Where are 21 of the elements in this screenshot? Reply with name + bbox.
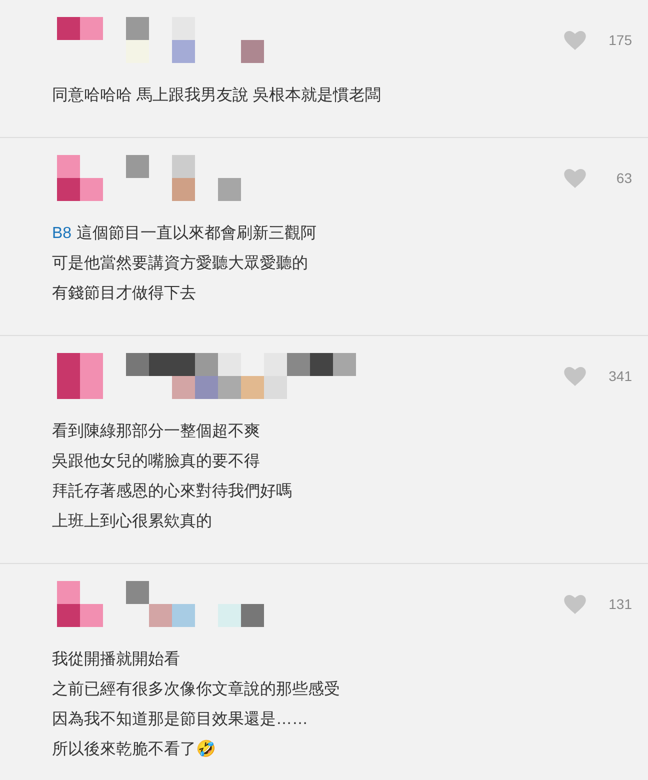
comment-text: 所以後來乾脆不看了🤣	[52, 738, 216, 760]
heart-icon[interactable]	[564, 366, 586, 386]
like-count: 341	[608, 366, 632, 386]
comment-text: 上班上到心很累欸真的	[52, 512, 212, 532]
comment-text: 可是他當然要講資方愛聽大眾愛聽的	[52, 254, 308, 274]
comment-text: 有錢節目才做得下去	[52, 284, 196, 304]
heart-icon[interactable]	[564, 168, 586, 188]
comment-text: 吳跟他女兒的嘴臉真的要不得	[52, 452, 260, 472]
comment-text: 同意哈哈哈 馬上跟我男友說 吳根本就是慣老闆	[52, 86, 381, 106]
like-count: 175	[608, 30, 632, 50]
heart-icon[interactable]	[564, 594, 586, 614]
comment-text: 拜託存著感恩的心來對待我們好嗎	[52, 482, 292, 502]
heart-icon[interactable]	[564, 30, 586, 50]
comment-text: 看到陳綠那部分一整個超不爽	[52, 422, 260, 442]
comment-text: 我從開播就開始看	[52, 650, 180, 670]
comment-text: 因為我不知道那是節目效果還是……	[52, 710, 308, 730]
like-count: 63	[615, 168, 632, 188]
like-count: 131	[608, 594, 632, 614]
floor-link[interactable]: B8	[52, 222, 72, 246]
comment-text: 之前已經有很多次像你文章說的那些感受	[52, 680, 340, 700]
comment-text: 這個節目一直以來都會刷新三觀阿	[76, 224, 317, 244]
